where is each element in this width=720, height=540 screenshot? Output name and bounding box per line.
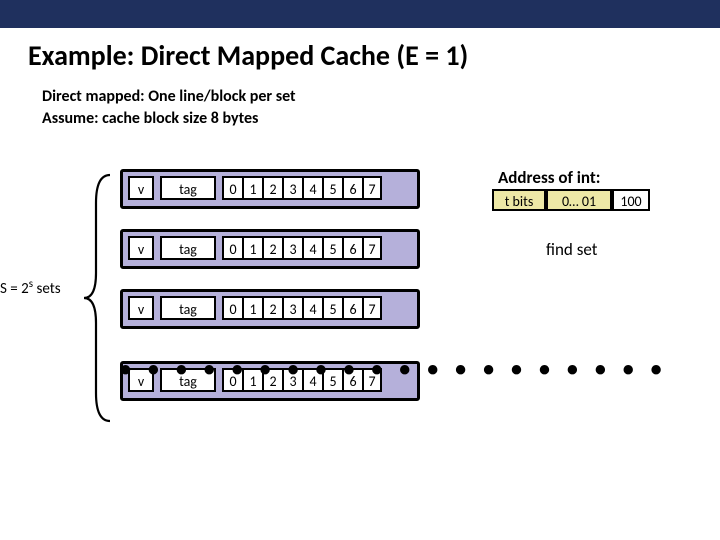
byte-cell: 0 xyxy=(222,236,242,260)
byte-cell: 7 xyxy=(362,176,382,200)
cache-rows: v tag 0 1 2 3 4 5 6 7 v tag xyxy=(120,169,420,421)
byte-cells: 0 1 2 3 4 5 6 7 xyxy=(222,176,382,200)
title-bar xyxy=(0,0,720,28)
byte-cell: 7 xyxy=(362,236,382,260)
byte-cell: 5 xyxy=(322,296,342,320)
find-set-label: find set xyxy=(546,239,597,260)
addr-tbits: t bits xyxy=(492,189,546,211)
byte-cell: 1 xyxy=(242,296,262,320)
byte-cell: 2 xyxy=(262,176,282,200)
valid-cell: v xyxy=(128,176,154,200)
byte-cell: 3 xyxy=(282,296,302,320)
byte-cell: 6 xyxy=(342,176,362,200)
byte-cell: 1 xyxy=(242,236,262,260)
tag-cell: tag xyxy=(160,296,216,320)
address-title: Address of int: xyxy=(498,167,600,188)
byte-cell: 6 xyxy=(342,296,362,320)
addr-set: 0… 01 xyxy=(546,189,612,211)
byte-cell: 5 xyxy=(322,236,342,260)
subtitle-1: Direct mapped: One line/block per set xyxy=(42,87,720,107)
ellipsis-dots: • • • • • • • • • • • • • • • • • • • • xyxy=(120,355,668,382)
subtitle-2: Assume: cache block size 8 bytes xyxy=(42,109,720,129)
sets-label: S = 2s sets xyxy=(0,277,61,298)
byte-cell: 6 xyxy=(342,236,362,260)
byte-cells: 0 1 2 3 4 5 6 7 xyxy=(222,296,382,320)
tag-cell: tag xyxy=(160,236,216,260)
byte-cell: 1 xyxy=(242,176,262,200)
valid-cell: v xyxy=(128,236,154,260)
slide-title: Example: Direct Mapped Cache (E = 1) xyxy=(28,38,720,73)
tag-cell: tag xyxy=(160,176,216,200)
cache-set-row: v tag 0 1 2 3 4 5 6 7 xyxy=(120,229,420,269)
byte-cell: 4 xyxy=(302,176,322,200)
byte-cell: 4 xyxy=(302,296,322,320)
byte-cell: 0 xyxy=(222,296,242,320)
byte-cell: 4 xyxy=(302,236,322,260)
brace-icon xyxy=(82,173,112,423)
byte-cells: 0 1 2 3 4 5 6 7 xyxy=(222,236,382,260)
cache-set-row: v tag 0 1 2 3 4 5 6 7 xyxy=(120,169,420,209)
valid-cell: v xyxy=(128,296,154,320)
byte-cell: 2 xyxy=(262,236,282,260)
cache-set-row: v tag 0 1 2 3 4 5 6 7 xyxy=(120,289,420,329)
byte-cell: 2 xyxy=(262,296,282,320)
byte-cell: 7 xyxy=(362,296,382,320)
address-fields: t bits 0… 01 100 xyxy=(492,189,650,211)
addr-offset: 100 xyxy=(612,189,650,211)
byte-cell: 3 xyxy=(282,176,302,200)
byte-cell: 3 xyxy=(282,236,302,260)
diagram-stage: S = 2s sets v tag 0 1 2 3 4 5 6 7 xyxy=(0,169,720,509)
byte-cell: 0 xyxy=(222,176,242,200)
byte-cell: 5 xyxy=(322,176,342,200)
